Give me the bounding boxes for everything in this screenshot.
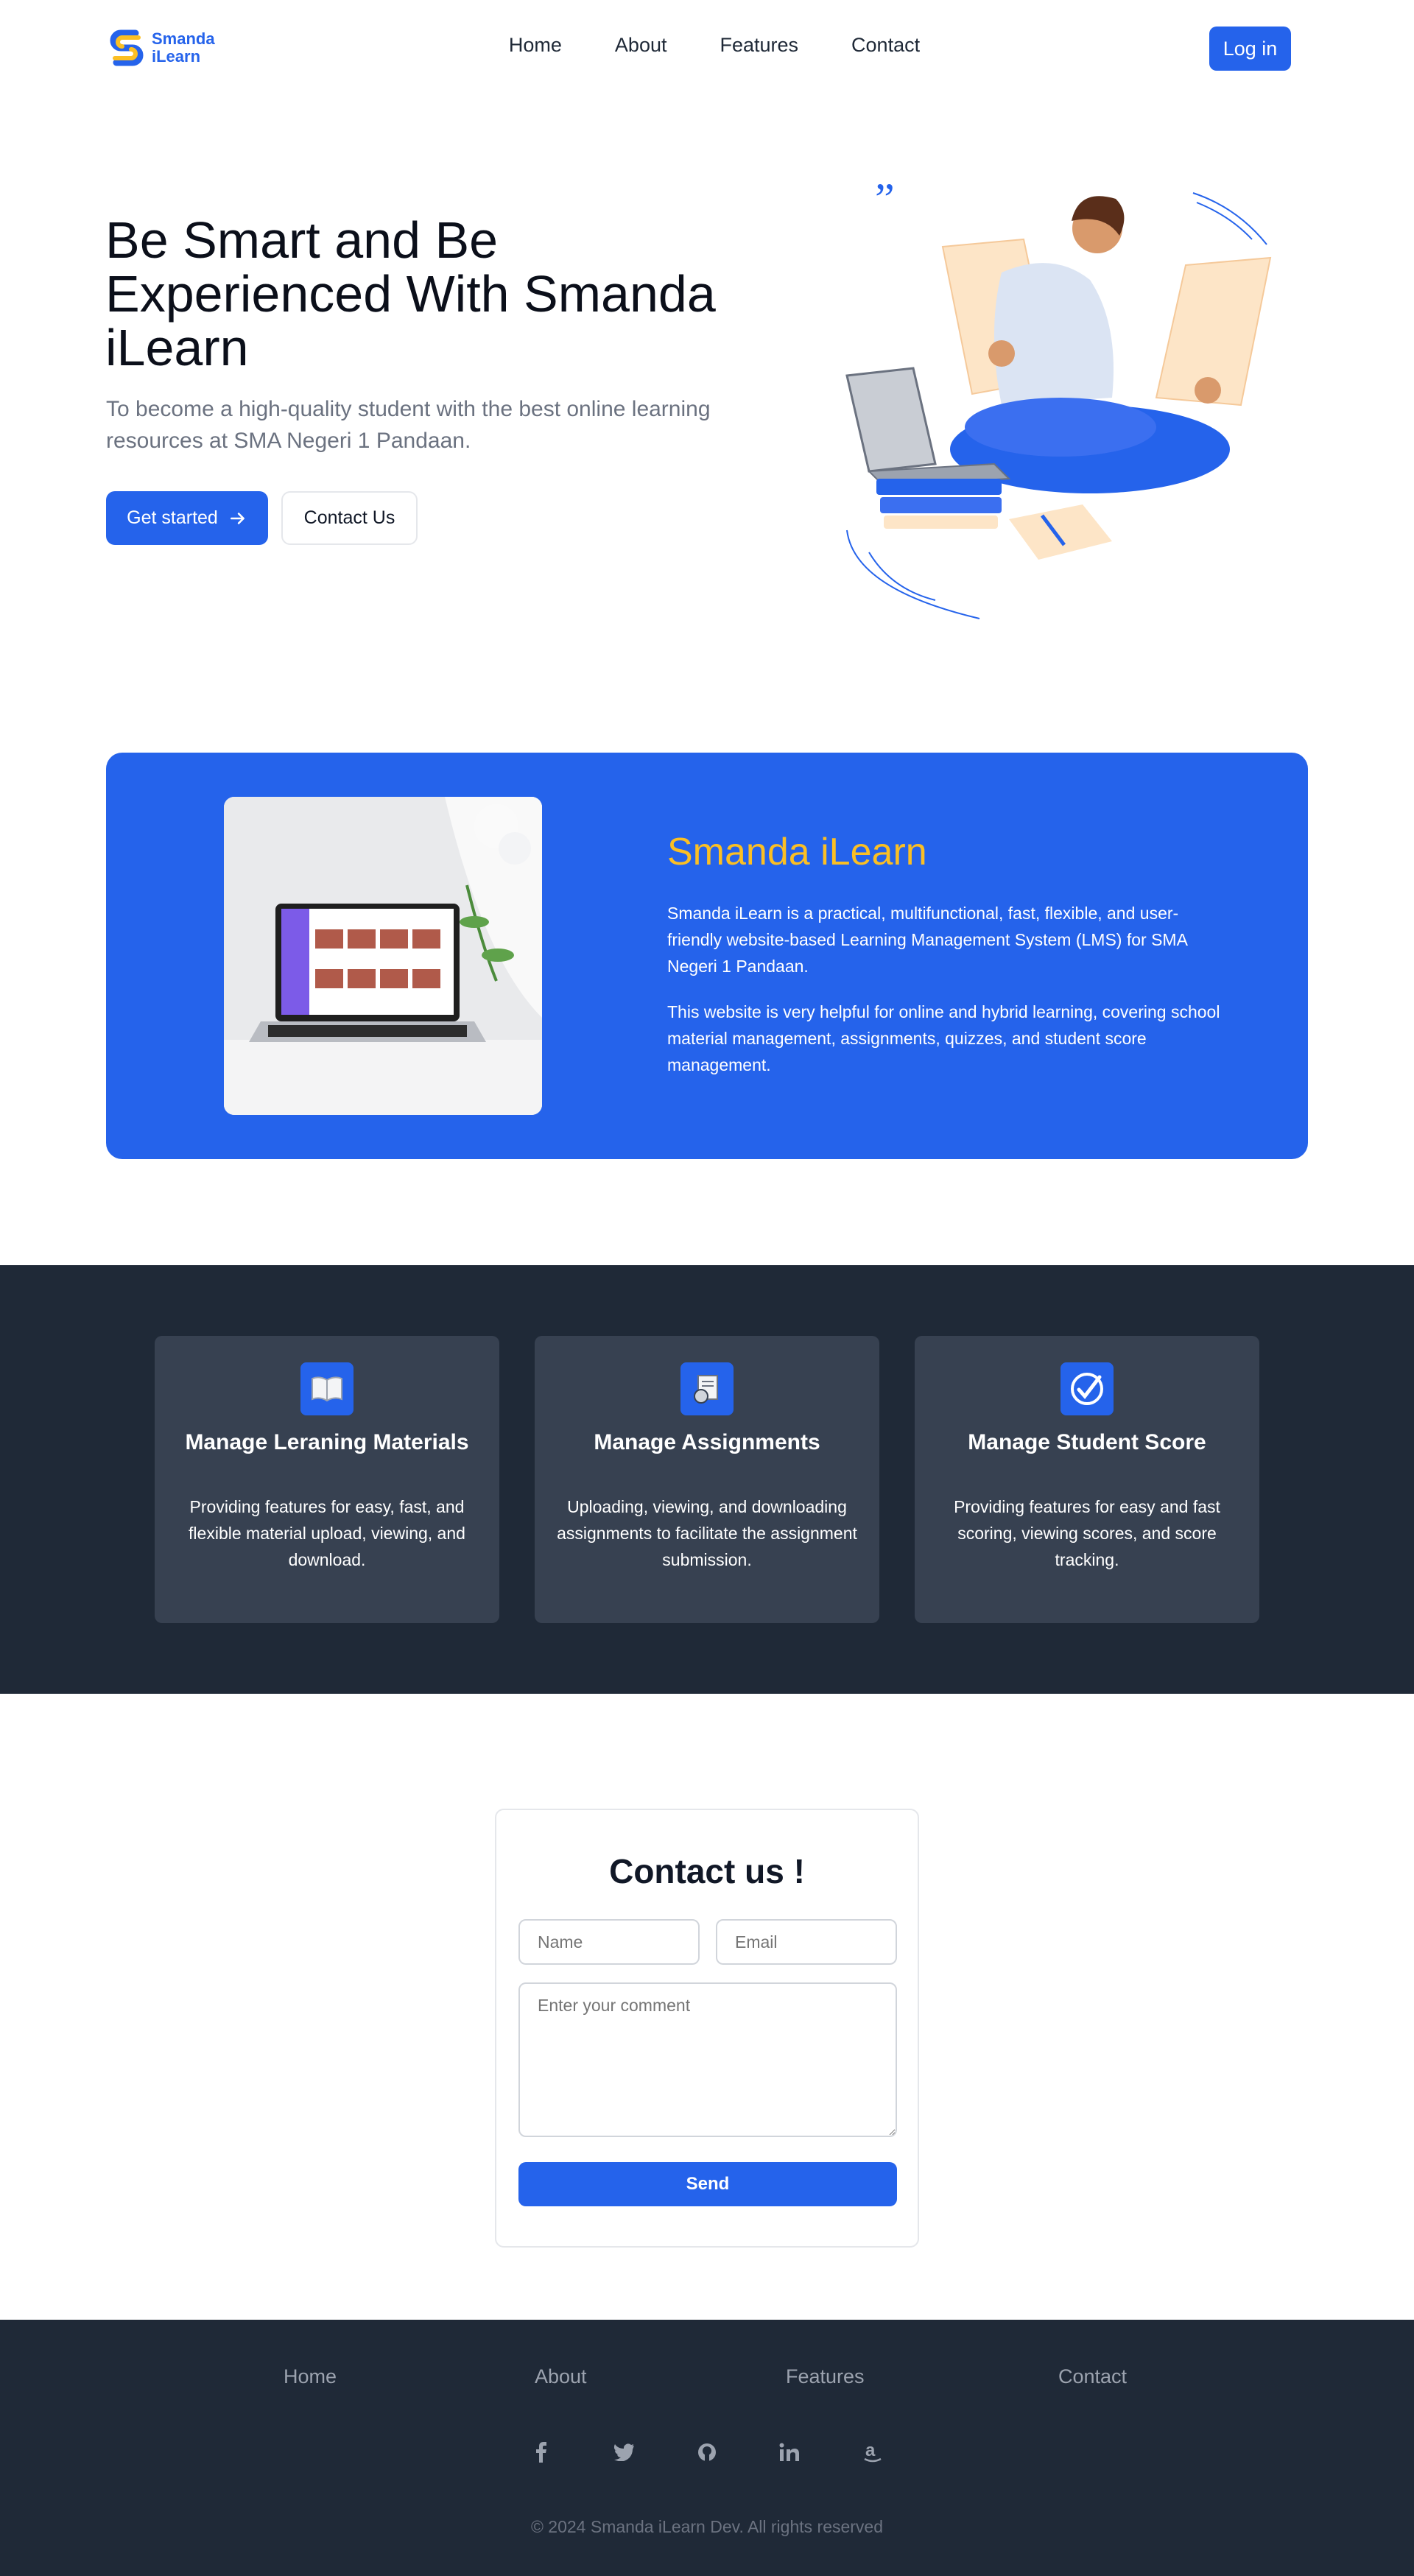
feature-title: Manage Assignments [594, 1430, 820, 1454]
nav-item-home[interactable]: Home [509, 34, 562, 57]
book-icon [300, 1362, 354, 1415]
svg-text:a: a [865, 2441, 876, 2460]
get-started-button[interactable]: Get started [106, 491, 268, 545]
header: Smanda iLearn Home About Features Contac… [0, 0, 1414, 97]
svg-text:”: ” [875, 184, 895, 223]
footer-link-home[interactable]: Home [284, 2365, 337, 2388]
landing-page: Smanda iLearn Home About Features Contac… [0, 0, 1414, 2576]
about-paragraph-2: This website is very helpful for online … [667, 1002, 1220, 1074]
feature-title: Manage Leraning Materials [185, 1430, 469, 1454]
hero-title: Be Smart and Be Experienced With Smanda … [105, 211, 716, 376]
contact-form: Contact us ! Send [495, 1809, 919, 2248]
facebook-icon[interactable] [527, 2438, 556, 2467]
email-field[interactable] [716, 1919, 897, 1965]
login-button[interactable]: Log in [1209, 27, 1291, 71]
send-button[interactable]: Send [518, 2162, 897, 2206]
footer-link-about[interactable]: About [535, 2365, 587, 2388]
name-field[interactable] [518, 1919, 700, 1965]
feature-description: Providing features for easy and fast sco… [954, 1497, 1220, 1569]
hero-illustration: ” [845, 184, 1272, 619]
assignment-icon [680, 1362, 734, 1415]
comment-field[interactable] [518, 1982, 897, 2137]
laptop-photo [224, 797, 542, 1115]
about-title: Smanda iLearn [667, 831, 927, 873]
feature-description: Uploading, viewing, and downloading assi… [557, 1497, 857, 1569]
check-icon [1060, 1362, 1114, 1415]
github-icon[interactable] [692, 2438, 722, 2467]
about-section: Smanda iLearn Smanda iLearn is a practic… [106, 753, 1308, 1159]
footer-link-features[interactable]: Features [786, 2365, 865, 2388]
twitter-icon[interactable] [610, 2438, 639, 2467]
feature-card-assignments: Manage Assignments Uploading, viewing, a… [535, 1336, 879, 1623]
feature-title: Manage Student Score [968, 1430, 1206, 1454]
feature-description: Providing features for easy, fast, and f… [189, 1497, 465, 1569]
about-paragraph-1: Smanda iLearn is a practical, multifunct… [667, 904, 1187, 976]
contact-title: Contact us ! [609, 1852, 805, 1890]
copyright-text: © 2024 Smanda iLearn Dev. All rights res… [530, 2517, 884, 2536]
nav-item-about[interactable]: About [615, 34, 667, 57]
nav-item-contact[interactable]: Contact [851, 34, 920, 57]
arrow-right-icon [230, 512, 245, 524]
footer-link-contact[interactable]: Contact [1058, 2365, 1127, 2388]
feature-card-materials: Manage Leraning Materials Providing feat… [155, 1336, 499, 1623]
nav-item-features[interactable]: Features [720, 34, 798, 57]
features-section: Manage Leraning Materials Providing feat… [0, 1265, 1414, 1694]
amazon-icon[interactable]: a [858, 2438, 887, 2467]
feature-card-score: Manage Student Score Providing features … [915, 1336, 1259, 1623]
linkedin-icon[interactable] [775, 2438, 804, 2467]
main-nav: Home About Features Contact [0, 34, 1414, 57]
footer: Home About Features Contact a © 2024 Sma… [0, 2320, 1414, 2576]
laptop-image [224, 797, 542, 1115]
hero-subtitle: To become a high-quality student with th… [106, 397, 711, 453]
contact-us-button[interactable]: Contact Us [281, 491, 418, 545]
get-started-label: Get started [127, 507, 218, 528]
